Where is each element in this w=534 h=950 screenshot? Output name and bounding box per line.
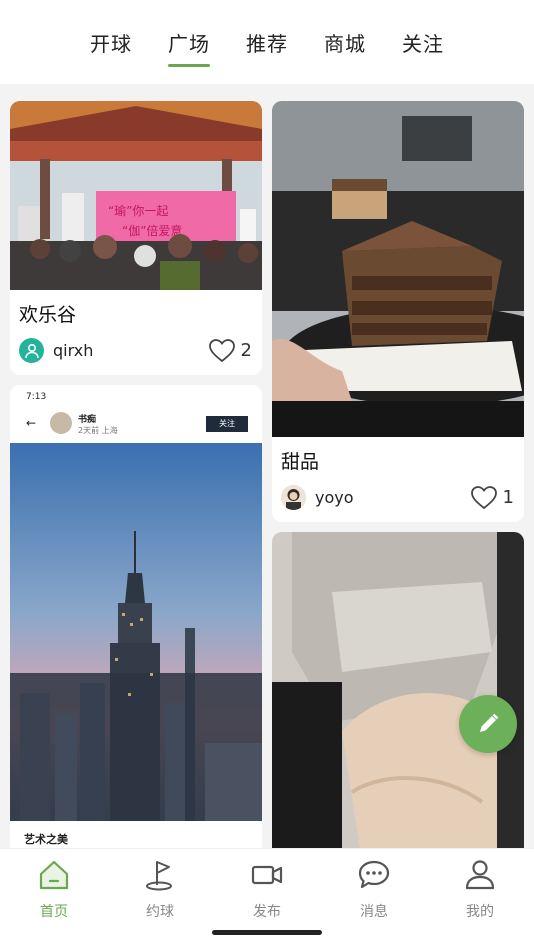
like-count: 1	[502, 487, 514, 508]
tab-guangchang[interactable]: 广场	[168, 28, 210, 67]
like-count: 2	[240, 340, 252, 361]
tab-label: 商城	[324, 32, 366, 56]
home-icon	[39, 860, 69, 890]
nav-profile[interactable]: 我的	[440, 857, 520, 921]
embedded-author-meta: 2天前 上海	[78, 426, 118, 435]
banner-line-1: “瑜”你一起	[108, 203, 168, 218]
post-title: 甜品	[281, 451, 320, 473]
post-title: 欢乐谷	[19, 304, 77, 326]
video-camera-icon	[251, 865, 283, 885]
post-card[interactable]: “瑜”你一起 “伽”倍爱意 欢乐谷 qirxh 2	[10, 101, 262, 375]
nav-home[interactable]: 首页	[14, 857, 94, 921]
post-image: “瑜”你一起 “伽”倍爱意	[10, 101, 262, 290]
avatar[interactable]	[281, 485, 306, 510]
active-tab-indicator	[168, 64, 210, 67]
home-indicator[interactable]	[212, 930, 322, 935]
tab-list: 开球 广场 推荐 商城 关注	[0, 28, 534, 67]
username[interactable]: yoyo	[315, 488, 471, 507]
avatar	[50, 412, 72, 434]
pencil-icon	[480, 713, 499, 732]
post-meta: qirxh 2	[19, 338, 252, 363]
tab-tuijian[interactable]: 推荐	[246, 28, 288, 67]
nav-label: 发布	[253, 904, 281, 920]
chat-bubble-icon	[358, 860, 390, 889]
embedded-screenshot-header: 7:13 ← 书痴 2天前 上海 关注	[10, 385, 262, 443]
banner-line-2: “伽”倍爱意	[122, 223, 182, 238]
compose-post-button[interactable]	[459, 695, 517, 753]
tab-label: 开球	[90, 32, 132, 56]
tab-shangcheng[interactable]: 商城	[324, 28, 366, 67]
heart-icon	[470, 485, 497, 509]
back-arrow-icon: ←	[26, 416, 37, 430]
like-button[interactable]: 2	[208, 338, 252, 363]
nav-label: 消息	[360, 904, 388, 920]
post-image	[10, 443, 262, 821]
top-tab-bar: 开球 广场 推荐 商城 关注	[0, 0, 534, 84]
tab-kaiqiu[interactable]: 开球	[90, 28, 132, 67]
nav-yueqiu[interactable]: 约球	[120, 857, 200, 921]
post-card[interactable]: 甜品 yoyo 1	[272, 101, 524, 522]
post-card[interactable]: 7:13 ← 书痴 2天前 上海 关注 艺术之美	[10, 385, 262, 855]
user-icon	[24, 343, 39, 358]
tab-label: 推荐	[246, 32, 288, 56]
embedded-status-time: 7:13	[26, 392, 47, 402]
embedded-follow-button: 关注	[206, 416, 248, 432]
nav-label: 约球	[146, 904, 174, 920]
avatar[interactable]	[19, 338, 44, 363]
embedded-caption: 艺术之美	[24, 833, 68, 846]
user-photo-icon	[281, 485, 306, 510]
embedded-author: 书痴	[78, 415, 97, 425]
app-root: 开球 广场 推荐 商城 关注 “瑜”你一起 “伽”倍爱意 欢乐谷 qirxh 2…	[0, 0, 534, 950]
user-icon	[465, 860, 495, 890]
nav-label: 我的	[466, 904, 494, 920]
like-button[interactable]: 1	[470, 485, 514, 510]
nav-label: 首页	[40, 904, 68, 920]
post-meta: yoyo 1	[281, 485, 514, 510]
tab-label: 广场	[168, 32, 210, 56]
tab-label: 关注	[402, 32, 444, 56]
nav-publish[interactable]: 发布	[227, 857, 307, 921]
post-image	[272, 101, 524, 437]
heart-icon	[208, 338, 235, 362]
tab-guanzhu[interactable]: 关注	[402, 28, 444, 67]
nav-messages[interactable]: 消息	[334, 857, 414, 921]
golf-flag-icon	[146, 861, 172, 891]
username[interactable]: qirxh	[53, 341, 209, 360]
